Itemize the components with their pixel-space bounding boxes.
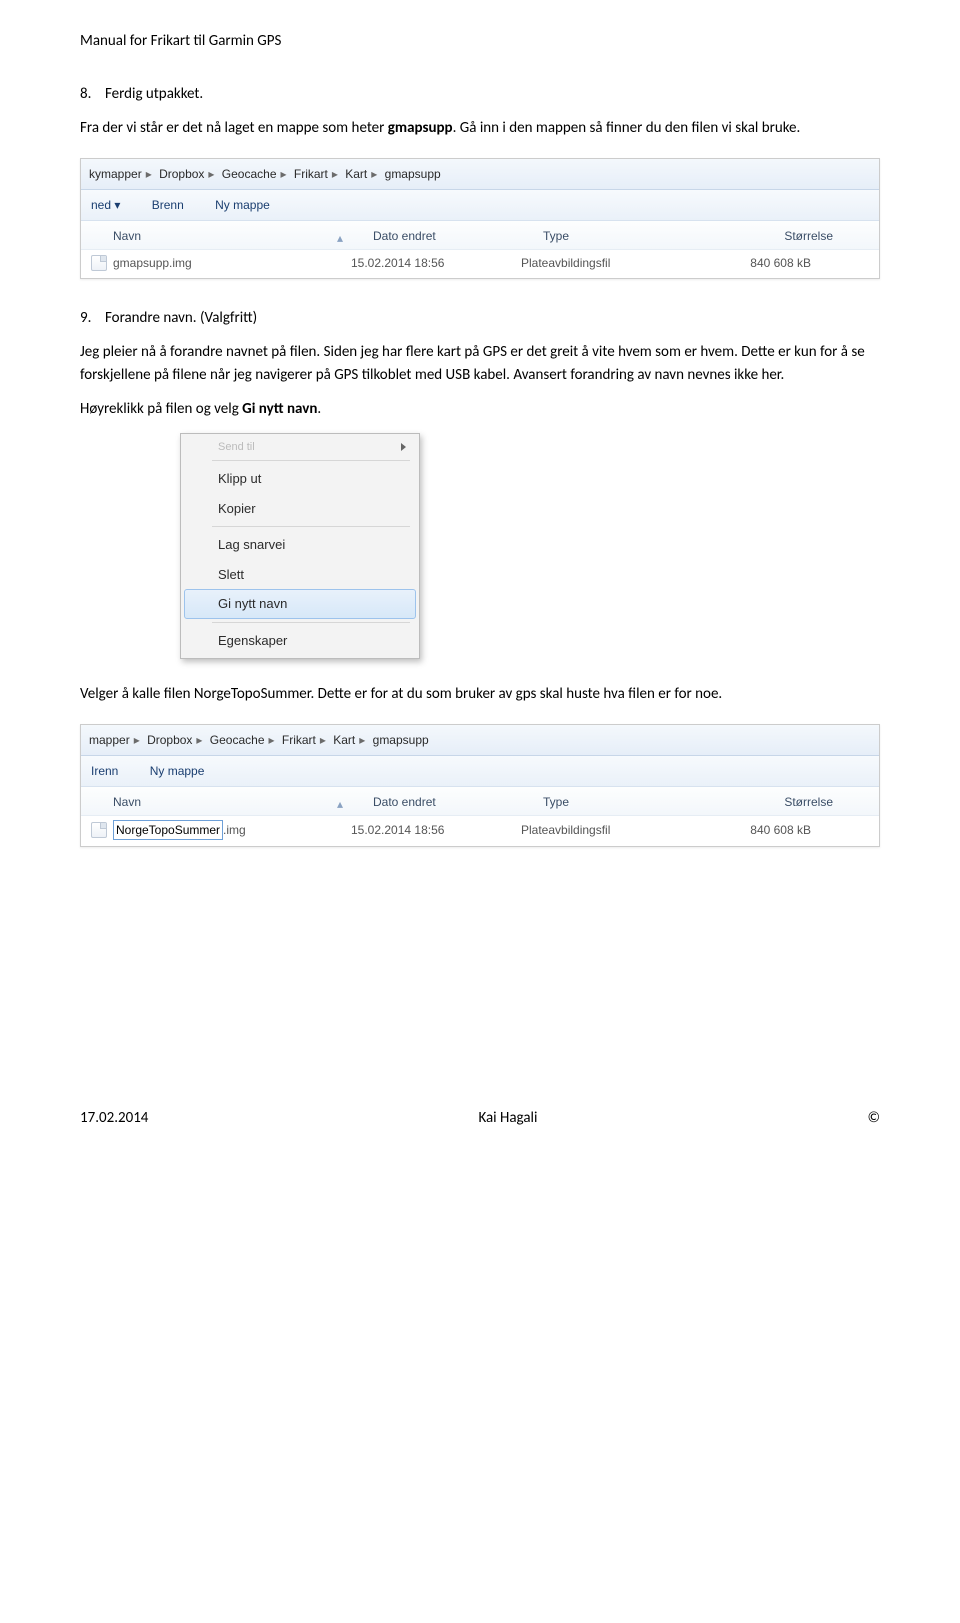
col-name: Navn ▴ [113, 227, 373, 245]
chevron-right-icon: ▸ [320, 733, 326, 747]
explorer-toolbar: Irenn Ny mappe [81, 756, 879, 787]
menu-separator [212, 622, 410, 623]
chevron-right-icon: ▸ [134, 733, 140, 747]
chevron-right-icon: ▸ [359, 733, 365, 747]
chevron-right-icon: ▸ [208, 167, 214, 181]
menu-label: Send til [218, 441, 255, 453]
menu-item-send-to: Send til [184, 437, 416, 458]
s8-text-b: . Gå inn i den mappen så finner du den f… [453, 119, 801, 137]
page-header: Manual for Frikart til Garmin GPS [80, 30, 880, 53]
col-size: Størrelse [713, 793, 833, 811]
section9-heading: 9. Forandre navn. (Valgfritt) [80, 307, 880, 330]
chevron-right-icon: ▸ [146, 167, 152, 181]
footer-author: Kai Hagali [478, 1107, 537, 1130]
crumb: gmapsupp [373, 733, 429, 747]
chevron-right-icon: ▸ [269, 733, 275, 747]
menu-item-rename: Gi nytt navn [184, 589, 416, 619]
footer-date: 17.02.2014 [80, 1107, 148, 1130]
file-icon [91, 255, 107, 271]
file-date: 15.02.2014 18:56 [351, 254, 521, 272]
file-name: gmapsupp.img [113, 254, 192, 272]
crumb: Frikart [282, 733, 316, 747]
crumb: Frikart [294, 167, 328, 181]
section9b-body: Velger å kalle filen NorgeTopoSummer. De… [80, 683, 880, 706]
menu-separator [212, 526, 410, 527]
menu-item-cut: Klipp ut [184, 464, 416, 494]
toolbar-new-folder: Ny mappe [215, 198, 270, 212]
file-name-cell: gmapsupp.img [91, 254, 351, 272]
menu-item-delete: Slett [184, 560, 416, 590]
section8-num: 8. [80, 85, 91, 103]
chevron-right-icon [401, 443, 406, 451]
page-footer: 17.02.2014 Kai Hagali © [80, 1107, 880, 1130]
crumb: gmapsupp [385, 167, 441, 181]
rename-input[interactable]: NorgeTopoSummer [113, 820, 223, 840]
crumb: Geocache [222, 167, 277, 181]
col-date: Dato endret [373, 793, 543, 811]
file-name-cell: NorgeTopoSummer.img [91, 820, 351, 840]
col-name: Navn ▴ [113, 793, 373, 811]
footer-copyright: © [867, 1107, 880, 1130]
menu-separator [212, 460, 410, 461]
chevron-right-icon: ▸ [196, 733, 202, 747]
toolbar-organize: ned ▾ [91, 198, 120, 212]
crumb: Kart [345, 167, 367, 181]
toolbar-burn: Brenn [152, 198, 184, 212]
crumb: Dropbox [147, 733, 192, 747]
s8-bold: gmapsupp [388, 119, 453, 137]
file-row: gmapsupp.img 15.02.2014 18:56 Plateavbil… [81, 250, 879, 278]
s9-bold: Gi nytt navn [242, 400, 317, 418]
menu-item-properties: Egenskaper [184, 626, 416, 656]
sort-asc-icon: ▴ [337, 795, 343, 813]
menu-item-shortcut: Lag snarvei [184, 530, 416, 560]
breadcrumb: kymapper ▸ Dropbox ▸ Geocache ▸ Frikart ▸ Ka… [81, 159, 879, 190]
chevron-right-icon: ▸ [332, 167, 338, 181]
file-row: NorgeTopoSummer.img 15.02.2014 18:56 Pla… [81, 816, 879, 846]
section8-heading: 8. Ferdig utpakket. [80, 83, 880, 106]
breadcrumb: mapper ▸ Dropbox ▸ Geocache ▸ Frikart ▸ Kart… [81, 725, 879, 756]
file-date: 15.02.2014 18:56 [351, 821, 521, 839]
menu-item-copy: Kopier [184, 494, 416, 524]
col-type: Type [543, 793, 713, 811]
s9-text-a: Høyreklikk på filen og velg [80, 400, 242, 418]
context-menu-screenshot: Send til Klipp ut Kopier Lag snarvei Sle… [180, 433, 420, 660]
column-headers: Navn ▴ Dato endret Type Størrelse [81, 787, 879, 816]
col-type: Type [543, 227, 713, 245]
s9-text-b: . [317, 400, 321, 418]
file-size: 840 608 kB [691, 254, 811, 272]
file-size: 840 608 kB [691, 821, 811, 839]
crumb: Kart [333, 733, 355, 747]
section8-body: Fra der vi står er det nå laget en mappe… [80, 117, 880, 140]
toolbar-new-folder: Ny mappe [150, 764, 205, 778]
section9-body: Jeg pleier nå å forandre navnet på filen… [80, 341, 880, 386]
section8-title: Ferdig utpakket. [105, 85, 203, 103]
crumb: Geocache [210, 733, 265, 747]
s8-text-a: Fra der vi står er det nå laget en mappe… [80, 119, 388, 137]
explorer-screenshot-2: mapper ▸ Dropbox ▸ Geocache ▸ Frikart ▸ Kart… [80, 724, 880, 847]
col-name-label: Navn [113, 795, 141, 809]
section9-instruction: Høyreklikk på filen og velg Gi nytt navn… [80, 398, 880, 421]
col-date: Dato endret [373, 227, 543, 245]
col-name-label: Navn [113, 229, 141, 243]
col-size: Størrelse [713, 227, 833, 245]
file-icon [91, 822, 107, 838]
chevron-right-icon: ▸ [371, 167, 377, 181]
section9-num: 9. [80, 309, 91, 327]
column-headers: Navn ▴ Dato endret Type Størrelse [81, 221, 879, 250]
crumb: kymapper [89, 167, 142, 181]
file-type: Plateavbildingsfil [521, 254, 691, 272]
crumb: Dropbox [159, 167, 204, 181]
file-ext: .img [223, 821, 246, 839]
sort-asc-icon: ▴ [337, 229, 343, 247]
crumb: mapper [89, 733, 130, 747]
chevron-right-icon: ▸ [281, 167, 287, 181]
file-type: Plateavbildingsfil [521, 821, 691, 839]
explorer-toolbar: ned ▾ Brenn Ny mappe [81, 190, 879, 221]
section9-title: Forandre navn. (Valgfritt) [105, 309, 257, 327]
explorer-screenshot-1: kymapper ▸ Dropbox ▸ Geocache ▸ Frikart ▸ Ka… [80, 158, 880, 279]
context-menu: Send til Klipp ut Kopier Lag snarvei Sle… [180, 433, 420, 660]
toolbar-left: Irenn [91, 764, 118, 778]
